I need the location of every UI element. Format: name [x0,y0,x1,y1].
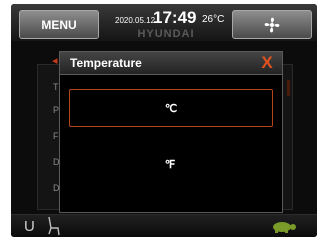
brand-label: HYUNDAI [137,28,195,40]
dialog-title: Temperature [70,56,142,70]
top-bar: MENU 2020.05.12 17:49 26°C HYUNDAI [11,4,317,41]
bottom-left-label: U [24,218,35,235]
background-menu-item: F [53,131,59,141]
outside-temperature: 26°C [202,14,225,25]
temperature-unit-dialog: Temperature X ℃ ℉ [59,51,283,213]
background-menu-item: T [53,82,59,92]
back-arrow-icon: ◂ [52,55,58,67]
hvac-screen: MENU 2020.05.12 17:49 26°C HYUNDAI ◂ T P… [11,4,317,237]
celsius-option[interactable]: ℃ [69,89,273,127]
turtle-icon[interactable] [268,219,298,234]
fan-button[interactable] [232,10,312,39]
fan-icon [264,17,280,32]
time-display: 17:49 [153,8,197,27]
close-icon[interactable]: X [256,53,278,73]
dialog-header: Temperature X [60,52,282,75]
fahrenheit-option[interactable]: ℉ [69,146,271,182]
seat-icon[interactable] [45,215,61,237]
bottom-bar: U [11,214,317,237]
menu-button[interactable]: MENU [19,10,99,39]
date-display: 2020.05.12 [115,16,156,25]
background-selection-edge [287,80,290,96]
